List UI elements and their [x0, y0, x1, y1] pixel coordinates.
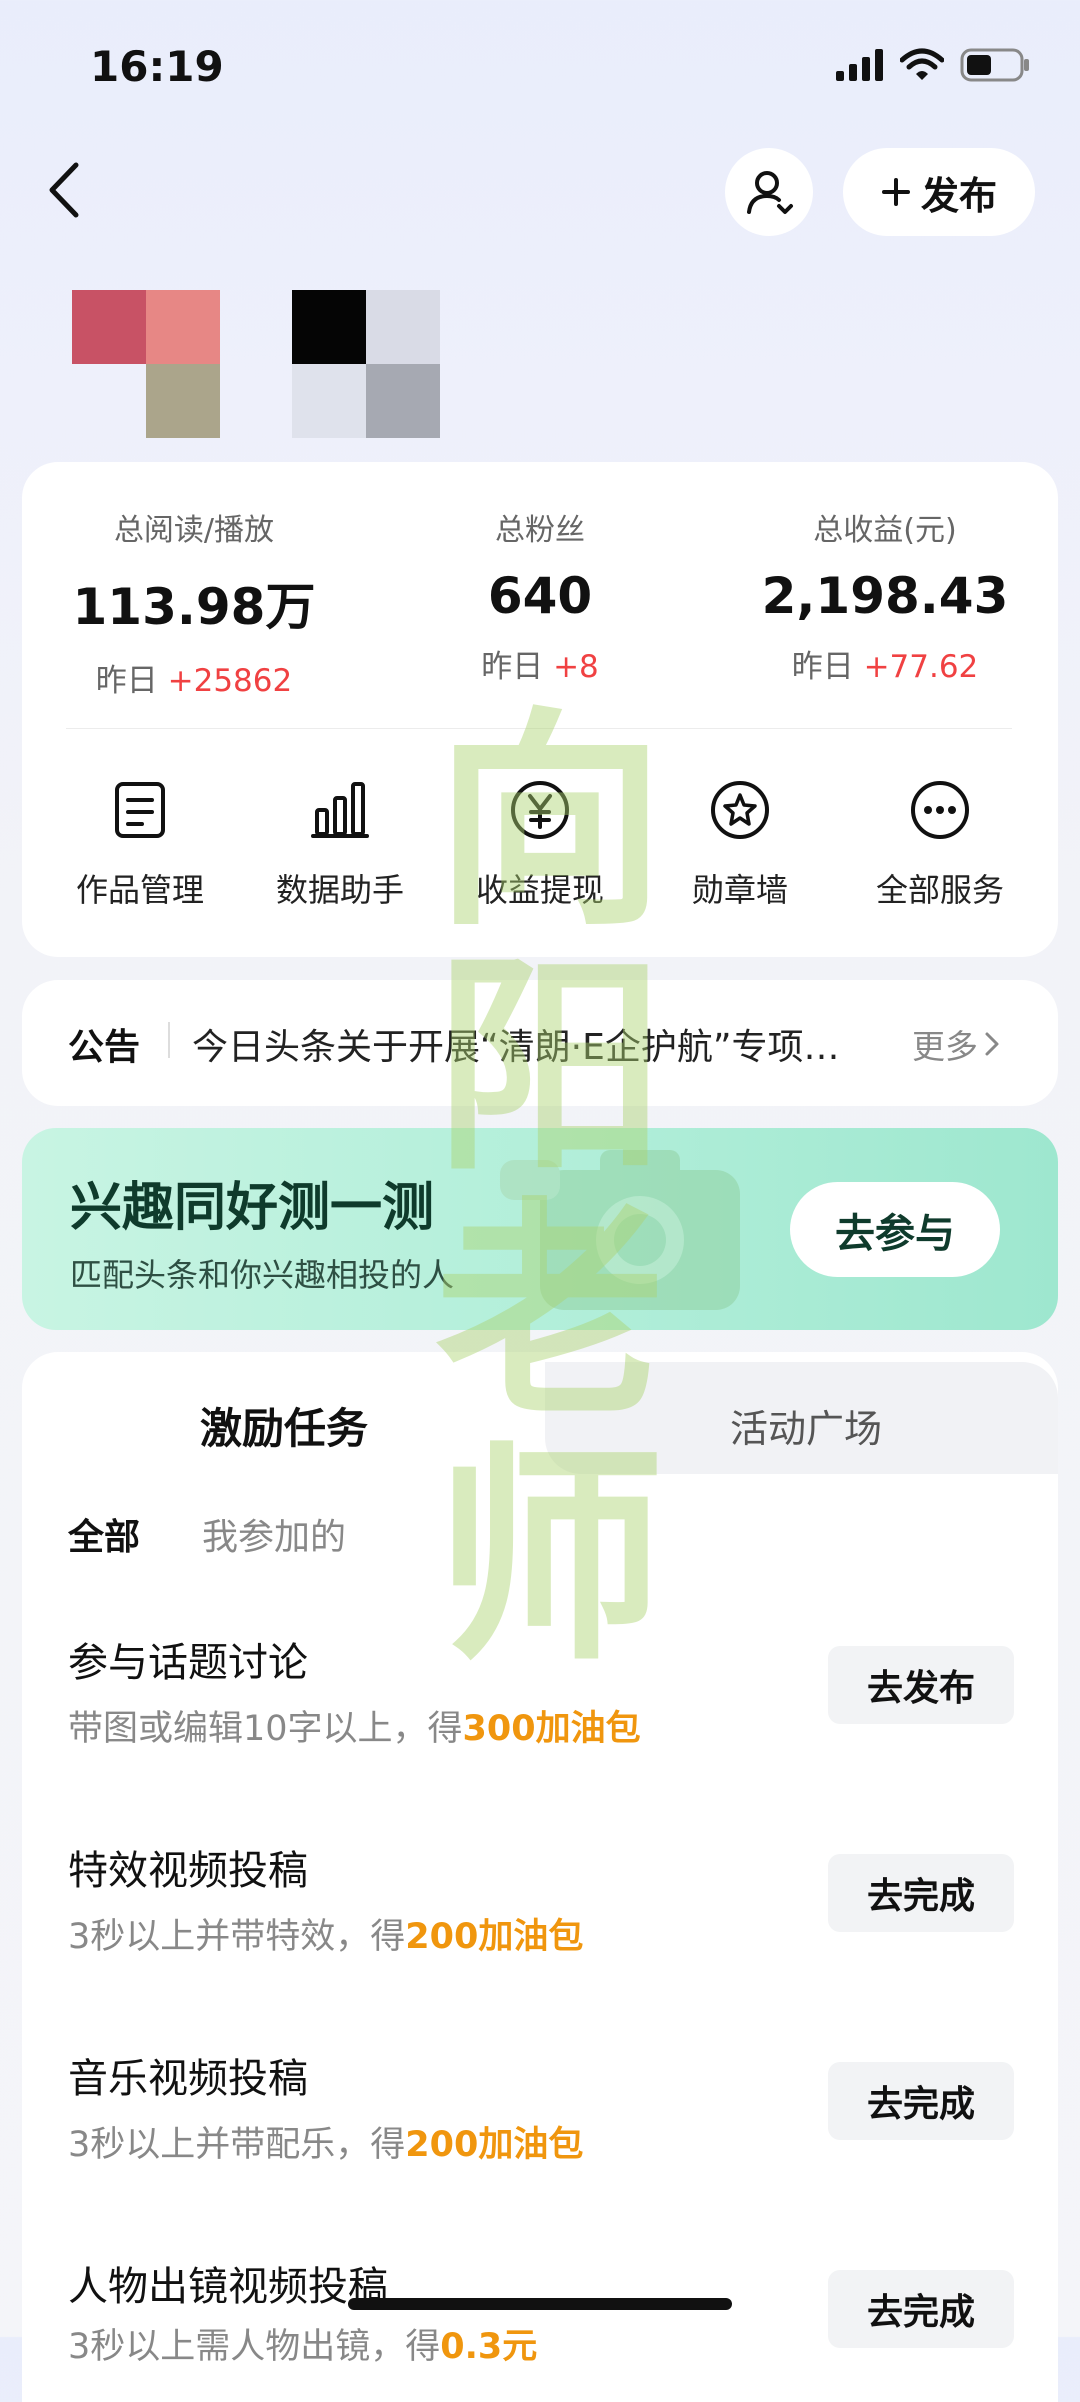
notice-more-label: 更多	[912, 1027, 978, 1066]
stat-total-income[interactable]: 总收益(元) 2,198.43 昨日 +77.62	[735, 505, 1035, 686]
task-reward: 200加油包	[405, 2125, 584, 2165]
task-desc: 3秒以上并带配乐，得200加油包	[68, 2116, 583, 2167]
task-reward: 0.3元	[440, 2327, 538, 2367]
task-action-button[interactable]: 去完成	[828, 1854, 1014, 1932]
stat-yesterday-value: +25862	[167, 663, 293, 699]
task-desc-text: 带图或编辑10字以上，得	[68, 1709, 463, 1749]
filter-joined[interactable]: 我参加的	[202, 1508, 346, 1560]
stat-value: 640	[487, 567, 593, 625]
service-label: 收益提现	[475, 871, 604, 909]
notice-title: 公告	[68, 1027, 141, 1068]
service-medal-wall[interactable]: 勋章墙	[640, 775, 840, 911]
stat-label: 总阅读/播放	[113, 513, 275, 548]
banner-title: 兴趣同好测一测	[70, 1178, 435, 1238]
tab-incentive-tasks[interactable]: 激励任务	[200, 1395, 368, 1456]
publish-label: 发布	[920, 173, 997, 218]
task-reward: 200加油包	[405, 1917, 584, 1957]
medal-icon	[711, 781, 769, 839]
stat-yesterday-label: 昨日	[481, 649, 544, 685]
battery-icon	[960, 48, 1029, 82]
stat-yesterday: 昨日 +8	[390, 641, 690, 686]
banner-subtitle: 匹配头条和你兴趣相投的人	[70, 1256, 455, 1294]
profile-switch-button[interactable]	[725, 148, 813, 236]
task-action-button[interactable]: 去发布	[828, 1646, 1014, 1724]
service-income-withdraw[interactable]: 收益提现	[440, 775, 640, 911]
task-title: 人物出镜视频投稿	[68, 2264, 388, 2310]
avatar-mosaic[interactable]	[72, 290, 442, 438]
service-data-assistant[interactable]: 数据助手	[240, 775, 440, 911]
stat-yesterday-label: 昨日	[791, 649, 854, 685]
task-action-button[interactable]: 去完成	[828, 2062, 1014, 2140]
publish-button[interactable]: 发布	[842, 148, 1035, 236]
stat-value: 2,198.43	[761, 567, 1009, 625]
home-indicator[interactable]	[348, 2298, 732, 2310]
signal-icon	[836, 49, 883, 81]
plus-icon	[881, 178, 910, 206]
notice-more-link[interactable]: 更多	[912, 1020, 1000, 1068]
wifi-icon	[900, 48, 944, 80]
notice-text[interactable]: 今日头条关于开展“清朗·E企护航”专项行动的公告	[192, 1018, 852, 1070]
task-desc-text: 3秒以上需人物出镜，得	[68, 2327, 441, 2367]
service-works-management[interactable]: 作品管理	[40, 775, 240, 911]
tab-activity-square[interactable]: 活动广场	[730, 1398, 882, 1453]
task-title: 参与话题讨论	[68, 1640, 308, 1686]
stat-yesterday-value: +77.62	[863, 649, 979, 685]
notice-separator	[168, 1022, 170, 1058]
status-icons	[836, 48, 1030, 82]
watermark-camera-icon	[500, 1150, 740, 1310]
task-action-button[interactable]: 去完成	[828, 2270, 1014, 2348]
document-icon	[115, 782, 165, 838]
service-all-services[interactable]: 全部服务	[840, 775, 1040, 911]
stat-yesterday: 昨日 +25862	[44, 655, 344, 700]
back-button[interactable]	[40, 155, 90, 225]
task-desc: 3秒以上并带特效，得200加油包	[68, 1908, 583, 1959]
bar-chart-icon	[311, 782, 369, 838]
task-desc-text: 3秒以上并带特效，得	[68, 1917, 406, 1957]
service-label: 作品管理	[75, 871, 204, 909]
stat-total-reads[interactable]: 总阅读/播放 113.98万 昨日 +25862	[44, 505, 344, 700]
task-desc: 3秒以上需人物出镜，得0.3元	[68, 2318, 537, 2369]
divider	[66, 728, 1012, 729]
user-switch-icon	[747, 171, 793, 214]
filter-all[interactable]: 全部	[68, 1508, 140, 1560]
stat-yesterday: 昨日 +77.62	[735, 641, 1035, 686]
stat-yesterday-label: 昨日	[95, 663, 158, 699]
chevron-left-icon	[49, 162, 79, 218]
yuan-coin-icon	[511, 781, 569, 839]
task-title: 特效视频投稿	[68, 1848, 308, 1894]
status-time: 16:19	[90, 42, 224, 91]
stat-value: 113.98万	[72, 578, 316, 636]
stat-label: 总粉丝	[495, 513, 585, 548]
stat-yesterday-value: +8	[553, 649, 599, 685]
more-dots-icon	[911, 781, 969, 839]
chevron-right-icon	[985, 1032, 999, 1056]
task-reward: 300加油包	[462, 1709, 641, 1749]
banner-join-button[interactable]: 去参与	[790, 1182, 1000, 1277]
stat-total-fans[interactable]: 总粉丝 640 昨日 +8	[390, 505, 690, 686]
task-desc: 带图或编辑10字以上，得300加油包	[68, 1700, 641, 1751]
task-desc-text: 3秒以上并带配乐，得	[68, 2125, 406, 2165]
service-label: 全部服务	[875, 871, 1004, 909]
service-label: 勋章墙	[691, 871, 788, 909]
stat-label: 总收益(元)	[813, 513, 957, 548]
task-title: 音乐视频投稿	[68, 2056, 308, 2102]
service-label: 数据助手	[275, 871, 404, 909]
